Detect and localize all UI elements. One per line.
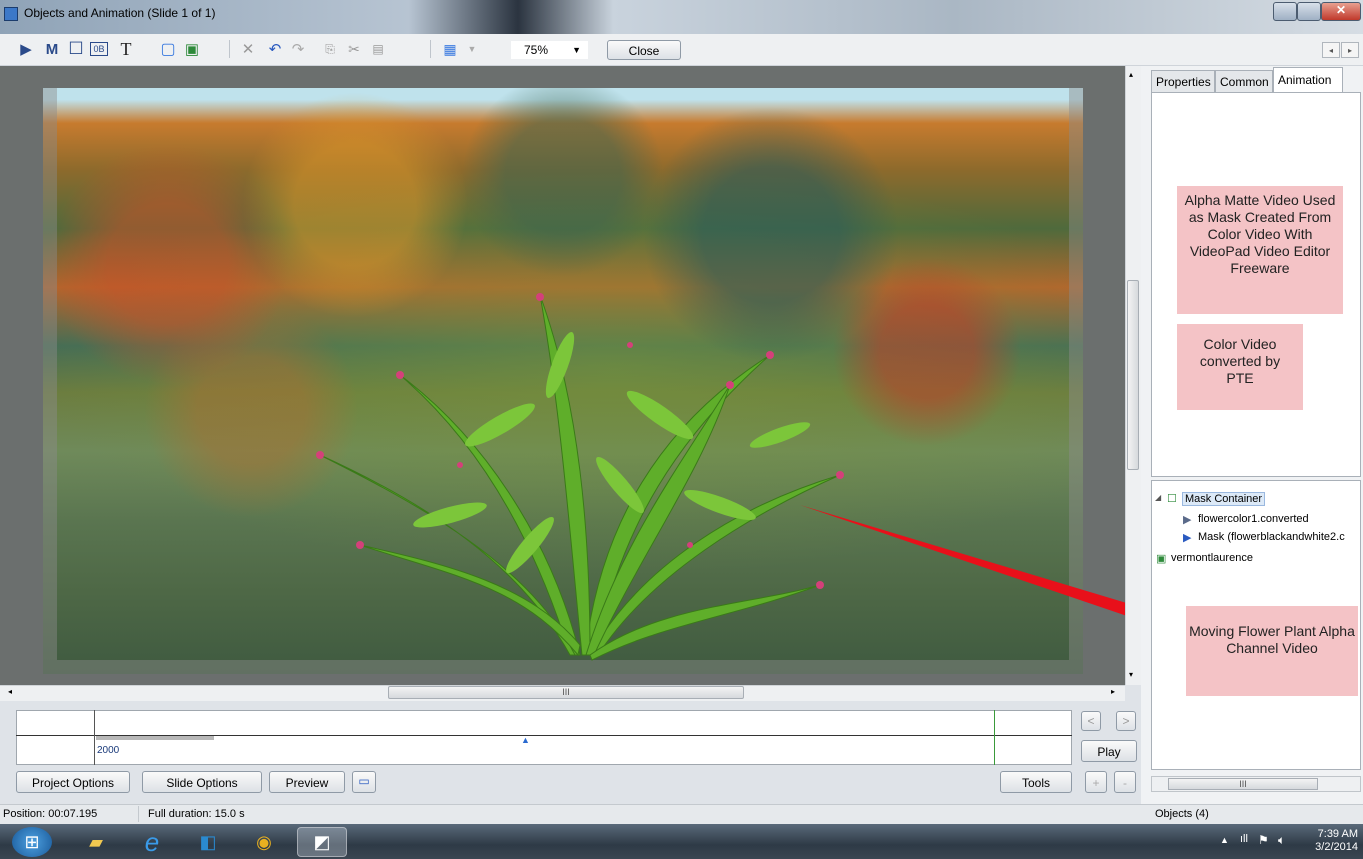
video-object-icon: ▶ — [1183, 514, 1192, 526]
clock-time: 7:39 AM — [1317, 828, 1358, 840]
next-keyframe-button[interactable]: > — [1116, 711, 1136, 731]
status-position: Position: 00:07.195 — [3, 808, 98, 820]
show-hidden-icons-icon[interactable]: ▲ — [1220, 835, 1229, 845]
prev-keyframe-button[interactable]: < — [1081, 711, 1101, 731]
timeline-keyframe-bar[interactable] — [96, 736, 214, 740]
timeline-start-tick — [94, 710, 95, 765]
canvas-vscroll-thumb[interactable] — [1127, 280, 1139, 470]
pte-taskbar-icon[interactable]: ◩ — [297, 827, 347, 857]
tree-item-vermontlaurence[interactable]: vermontlaurence — [1171, 552, 1253, 564]
status-duration: Full duration: 15.0 s — [148, 808, 245, 820]
chrome-icon[interactable]: ◉ — [241, 827, 287, 857]
timeline-end-marker[interactable] — [994, 710, 995, 765]
tree-item-flowercolor[interactable]: flowercolor1.converted — [1198, 513, 1309, 525]
tree-collapse-icon[interactable]: ◢ — [1155, 493, 1161, 502]
mask-container-icon: ☐ — [1167, 493, 1177, 505]
tab-animation[interactable]: Animation — [1273, 67, 1343, 93]
clock-date: 3/2/2014 — [1315, 841, 1358, 853]
play-button[interactable]: Play — [1081, 740, 1137, 762]
callout-color-video: Color Video converted by PTE — [1177, 324, 1303, 410]
volume-icon[interactable]: 🔈︎ — [1278, 833, 1285, 848]
status-objects-count: Objects (4) — [1155, 808, 1209, 820]
taskbar-clock[interactable]: 7:39 AM 3/2/2014 — [1300, 828, 1358, 854]
start-button-icon[interactable]: ⊞ — [12, 827, 52, 857]
video-object-icon: ▶ — [1183, 532, 1192, 544]
preview-button[interactable]: Preview — [269, 771, 345, 793]
tree-item-mask-container[interactable]: Mask Container — [1182, 492, 1266, 506]
file-explorer-icon[interactable]: ▰ — [73, 827, 119, 857]
app-taskbar-icon[interactable]: ◧ — [185, 827, 231, 857]
tab-common[interactable]: Common — [1215, 70, 1273, 92]
tab-properties[interactable]: Properties — [1151, 70, 1215, 92]
callout-moving-flower: Moving Flower Plant Alpha Channel Video — [1186, 606, 1358, 696]
add-keyframe-button[interactable]: + — [1085, 771, 1107, 793]
remove-keyframe-button[interactable]: - — [1114, 771, 1136, 793]
scroll-down-icon[interactable]: ▾ — [1129, 670, 1133, 679]
scroll-right-icon[interactable]: ▸ — [1111, 687, 1115, 696]
callout-alpha-matte: Alpha Matte Video Used as Mask Created F… — [1177, 186, 1343, 314]
fullscreen-preview-icon[interactable]: ▭ — [352, 771, 376, 793]
slide-options-button[interactable]: Slide Options — [142, 771, 262, 793]
tools-button[interactable]: Tools — [1000, 771, 1072, 793]
timeline-time-label: 2000 — [97, 745, 120, 756]
signal-icon[interactable]: ıll — [1240, 833, 1248, 845]
scroll-left-icon[interactable]: ◂ — [8, 687, 12, 696]
internet-explorer-icon[interactable]: e — [129, 827, 175, 857]
image-icon: ▣ — [1156, 553, 1167, 565]
canvas-hscroll-thumb[interactable]: III — [388, 686, 744, 699]
scroll-up-icon[interactable]: ▴ — [1129, 70, 1133, 79]
tree-hscroll-thumb[interactable]: III — [1168, 778, 1318, 790]
tree-item-mask[interactable]: Mask (flowerblackandwhite2.c — [1198, 531, 1345, 543]
project-options-button[interactable]: Project Options — [16, 771, 130, 793]
action-center-flag-icon[interactable]: ⚑ — [1258, 833, 1269, 847]
playhead-marker-icon[interactable]: ▲ — [521, 735, 530, 745]
